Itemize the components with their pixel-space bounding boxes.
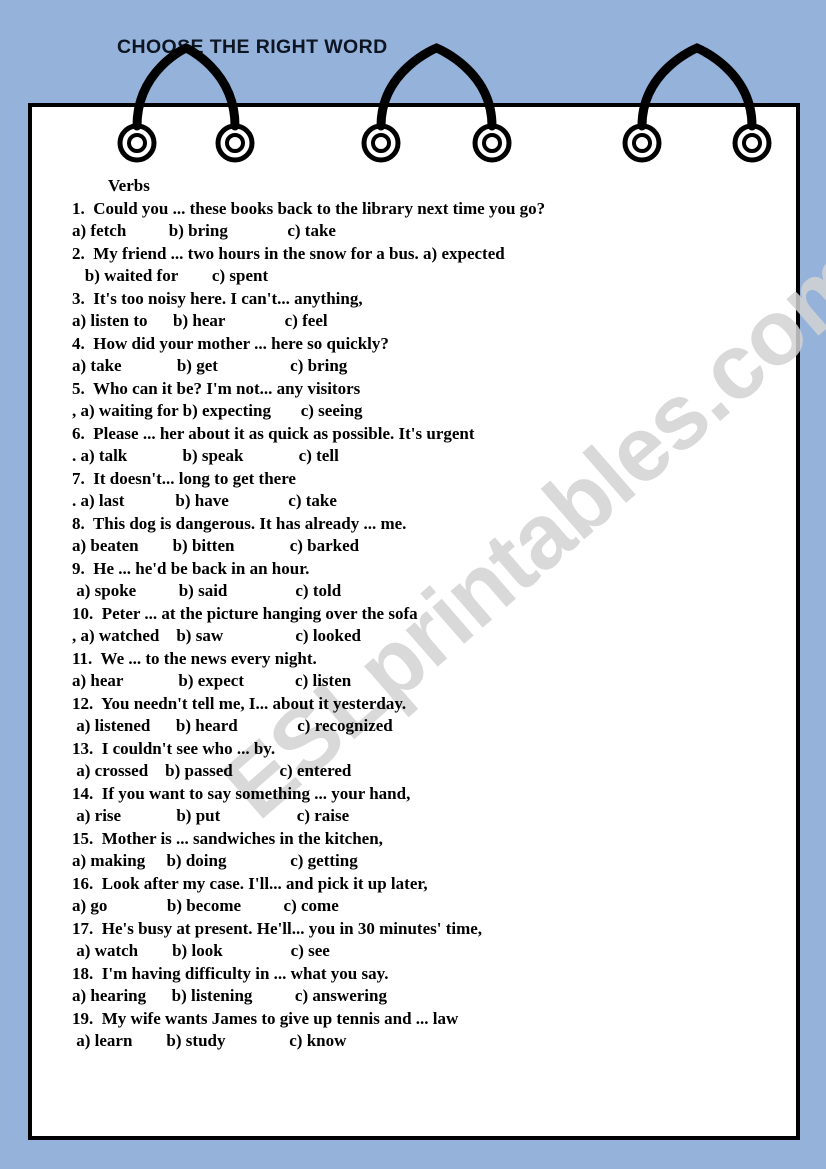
question-text: 17. He's busy at present. He'll... you i… bbox=[72, 918, 483, 938]
question-text: 19. My wife wants James to give up tenni… bbox=[72, 1008, 459, 1028]
question-options[interactable]: a) hearing b) listening c) answering bbox=[72, 985, 782, 1008]
question-text: 15. Mother is ... sandwiches in the kitc… bbox=[72, 828, 383, 848]
question-text: 16. Look after my case. I'll... and pick… bbox=[72, 873, 428, 893]
section-heading: Verbs bbox=[104, 176, 150, 195]
question-text: 8. This dog is dangerous. It has already… bbox=[72, 513, 407, 533]
question-options[interactable]: a) take b) get c) bring bbox=[72, 355, 782, 378]
question-options[interactable]: a) watch b) look c) see bbox=[72, 940, 782, 963]
question-options[interactable]: , a) watched b) saw c) looked bbox=[72, 625, 782, 648]
question-text: 1. Could you ... these books back to the… bbox=[72, 198, 546, 218]
question-options[interactable]: , a) waiting for b) expecting c) seeing bbox=[72, 400, 782, 423]
question-options[interactable]: a) fetch b) bring c) take bbox=[72, 220, 782, 243]
question-text: 18. I'm having difficulty in ... what yo… bbox=[72, 963, 389, 983]
worksheet-paper: ESLprintables.com Verbs 1. Could you ...… bbox=[28, 103, 826, 1140]
question-text: 11. We ... to the news every night. bbox=[72, 648, 317, 668]
question-options[interactable]: a) listened b) heard c) recognized bbox=[72, 715, 782, 738]
question-options[interactable]: . a) talk b) speak c) tell bbox=[72, 445, 782, 468]
question-text: 7. It doesn't... long to get there bbox=[72, 468, 296, 488]
question-text: 10. Peter ... at the picture hanging ove… bbox=[72, 603, 418, 623]
question-options[interactable]: a) rise b) put c) raise bbox=[72, 805, 782, 828]
question-text: 5. Who can it be? I'm not... any visitor… bbox=[72, 378, 361, 398]
question-list: 1. Could you ... these books back to the… bbox=[72, 198, 782, 1053]
question-text: 2. My friend ... two hours in the snow f… bbox=[72, 243, 505, 263]
question-options[interactable]: a) go b) become c) come bbox=[72, 895, 782, 918]
question-text: 14. If you want to say something ... you… bbox=[72, 783, 411, 803]
question-options[interactable]: a) hear b) expect c) listen bbox=[72, 670, 782, 693]
question-options[interactable]: a) learn b) study c) know bbox=[72, 1030, 782, 1053]
question-options[interactable]: b) waited for c) spent bbox=[72, 265, 782, 288]
question-options[interactable]: a) making b) doing c) getting bbox=[72, 850, 782, 873]
question-text: 6. Please ... her about it as quick as p… bbox=[72, 423, 475, 443]
question-options[interactable]: a) crossed b) passed c) entered bbox=[72, 760, 782, 783]
question-options[interactable]: . a) last b) have c) take bbox=[72, 490, 782, 513]
question-text: 9. He ... he'd be back in an hour. bbox=[72, 558, 310, 578]
question-text: 12. You needn't tell me, I... about it y… bbox=[72, 693, 407, 713]
question-text: 13. I couldn't see who ... by. bbox=[72, 738, 276, 758]
page-title: CHOOSE THE RIGHT WORD bbox=[117, 36, 388, 58]
worksheet-content: Verbs 1. Could you ... these books back … bbox=[72, 175, 782, 1053]
question-options[interactable]: a) spoke b) said c) told bbox=[72, 580, 782, 603]
question-text: 4. How did your mother ... here so quick… bbox=[72, 333, 389, 353]
question-text: 3. It's too noisy here. I can't... anyth… bbox=[72, 288, 363, 308]
question-options[interactable]: a) listen to b) hear c) feel bbox=[72, 310, 782, 333]
question-options[interactable]: a) beaten b) bitten c) barked bbox=[72, 535, 782, 558]
